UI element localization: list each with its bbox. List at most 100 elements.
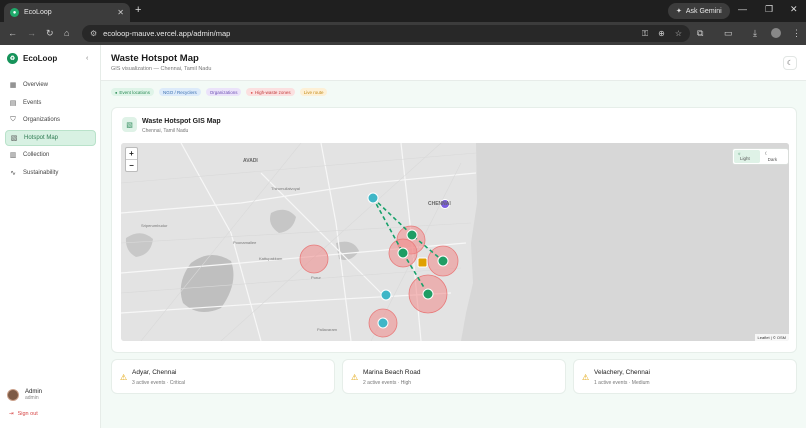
- legend-chip[interactable]: ● High-waste zones: [246, 88, 295, 96]
- leaflet-map[interactable]: + − ☼ Light ☾ Dark Leaflet | © OSM AVADI…: [121, 143, 789, 341]
- zoom-control: + −: [125, 147, 138, 172]
- user-role: admin: [25, 395, 39, 401]
- hotspot-detail: 1 active events · Medium: [594, 380, 650, 386]
- zoom-in-button[interactable]: +: [126, 148, 137, 160]
- maximize-icon[interactable]: ❐: [765, 4, 773, 15]
- legend-chip-label: Organizations: [209, 89, 238, 95]
- dark-style-label: Dark: [767, 157, 778, 162]
- collapse-sidebar-icon[interactable]: ‹: [86, 55, 88, 62]
- window-close-icon[interactable]: ✕: [790, 4, 798, 15]
- download-icon[interactable]: ⤓: [753, 28, 757, 39]
- shield-icon: ⛉: [10, 116, 16, 123]
- user-profile[interactable]: Admin admin: [7, 389, 42, 401]
- place-label-thirumullaivoyal: Thirumullaivoyal: [271, 186, 300, 191]
- event-marker[interactable]: [406, 229, 418, 241]
- back-icon[interactable]: ←: [8, 28, 17, 38]
- hotspot-detail: 2 active events · High: [363, 380, 412, 386]
- map-attribution[interactable]: Leaflet | © OSM: [754, 334, 789, 341]
- browser-tab-bar: ● EcoLoop ✕ + ✦ Ask Gemini — ❐ ✕: [0, 0, 806, 22]
- sidebar-item-overview[interactable]: ▦ Overview: [5, 77, 96, 93]
- new-tab-button[interactable]: +: [135, 4, 141, 16]
- app-root: ♻ EcoLoop ‹ ▦ Overview ▤ Events ⛉ Organizatio…: [0, 45, 806, 428]
- cast-icon[interactable]: ▭: [724, 28, 733, 39]
- map-card-subtitle: Chennai, Tamil Nadu: [142, 128, 189, 134]
- map-card-title: Waste Hotspot GIS Map: [142, 118, 221, 125]
- profile-avatar[interactable]: [771, 28, 781, 38]
- browser-tab[interactable]: ● EcoLoop ✕: [4, 3, 130, 22]
- event-marker[interactable]: [422, 288, 434, 300]
- place-label-poonamallee: Poonamallee: [233, 240, 257, 245]
- event-marker[interactable]: [397, 247, 409, 259]
- warning-icon: ⚠: [120, 373, 128, 382]
- forward-icon[interactable]: →: [27, 28, 36, 38]
- hotspot-card[interactable]: ⚠ Velachery, Chennai 1 active events · Med…: [573, 359, 797, 394]
- page-subtitle: GIS visualization — Chennai, Tamil Nadu: [111, 66, 212, 72]
- brand-name: EcoLoop: [23, 54, 58, 63]
- sidebar-item-collection[interactable]: ▥ Collection: [5, 147, 96, 163]
- ngo-marker[interactable]: [377, 317, 389, 329]
- address-bar[interactable]: ⚙ ecoloop-mauve.vercel.app/admin/map ⚿ ⊕…: [82, 25, 690, 42]
- sidebar-item-hotspot-map[interactable]: ▧ Hotspot Map: [5, 129, 96, 146]
- extensions-icon[interactable]: ⧉: [697, 28, 703, 39]
- hotspot-card[interactable]: ⚠ Adyar, Chennai 3 active events · Critica…: [111, 359, 335, 394]
- legend-chip[interactable]: NGO / Recyclers: [158, 88, 201, 96]
- legend-chips: ● Event locations NGO / Recyclers Organizat…: [111, 88, 328, 96]
- hotspot-card[interactable]: ⚠ Marina Beach Road 2 active events · High: [342, 359, 566, 394]
- map-icon: ▧: [122, 117, 137, 132]
- password-key-icon[interactable]: ⚿: [642, 29, 648, 39]
- place-label-avadi: AVADI: [243, 158, 258, 164]
- ngo-marker[interactable]: [367, 192, 379, 204]
- page-header: Waste Hotspot Map GIS visualization — Ch…: [101, 45, 806, 81]
- hotspot-name: Velachery, Chennai: [594, 369, 650, 376]
- reload-icon[interactable]: ↻: [46, 28, 54, 39]
- theme-toggle-moon-icon[interactable]: ☾: [783, 56, 797, 70]
- sidebar-item-label: Collection: [23, 152, 50, 158]
- live-truck-marker[interactable]: [417, 257, 428, 268]
- map-style-toggle: ☼ Light ☾ Dark: [732, 148, 789, 165]
- legend-chip[interactable]: Organizations: [205, 88, 242, 96]
- event-marker[interactable]: [437, 255, 449, 267]
- hotspot-name: Marina Beach Road: [363, 369, 421, 376]
- activity-icon: ∿: [10, 169, 16, 177]
- gemini-sparkle-icon: ✦: [676, 8, 682, 15]
- ngo-marker[interactable]: [380, 289, 392, 301]
- map-card: ▧ Waste Hotspot GIS Map Chennai, Tamil N…: [111, 107, 797, 353]
- warning-icon: ⚠: [351, 373, 359, 382]
- close-tab-icon[interactable]: ✕: [117, 8, 124, 17]
- ask-gemini-label: Ask Gemini: [685, 7, 722, 15]
- zoom-icon[interactable]: ⊕: [658, 29, 665, 39]
- light-style-button[interactable]: ☼ Light: [734, 150, 760, 163]
- sidebar-item-label: Organizations: [23, 117, 61, 123]
- minimize-icon[interactable]: —: [738, 4, 747, 14]
- dark-style-button[interactable]: ☾ Dark: [762, 150, 787, 163]
- high-waste-zone[interactable]: [299, 244, 329, 274]
- ask-gemini-button[interactable]: ✦ Ask Gemini: [668, 3, 730, 19]
- browser-tab-title: EcoLoop: [24, 9, 52, 16]
- legend-chip[interactable]: Live route: [299, 88, 328, 96]
- grid-icon: ▦: [9, 82, 17, 89]
- legend-chip-label: NGO / Recyclers: [162, 89, 197, 95]
- sidebar: ♻ EcoLoop ‹ ▦ Overview ▤ Events ⛉ Organizatio…: [0, 45, 101, 428]
- sidebar-item-events[interactable]: ▤ Events: [5, 95, 96, 111]
- place-label-sriperumbudur: Sriperumbudur: [141, 223, 168, 228]
- menu-kebab-icon[interactable]: ⋮: [792, 28, 801, 39]
- hotspot-name: Adyar, Chennai: [132, 369, 177, 376]
- browser-toolbar: ← → ↻ ⌂ ⚙ ecoloop-mauve.vercel.app/admin…: [0, 22, 806, 45]
- site-info-icon[interactable]: ⚙: [90, 29, 97, 38]
- sign-out-button[interactable]: ⇥ Sign out: [9, 411, 38, 417]
- zoom-out-button[interactable]: −: [126, 160, 137, 172]
- sidebar-item-sustainability[interactable]: ∿ Sustainability: [5, 165, 96, 181]
- brand[interactable]: ♻ EcoLoop: [7, 53, 57, 64]
- sidebar-nav: ▦ Overview ▤ Events ⛉ Organizations ▧ Hotspot M…: [5, 77, 96, 182]
- legend-chip[interactable]: ● Event locations: [111, 88, 154, 96]
- layers-icon: ▥: [9, 152, 17, 159]
- page-title: Waste Hotspot Map: [111, 53, 199, 64]
- map-canvas[interactable]: [121, 143, 789, 341]
- sidebar-item-organizations[interactable]: ⛉ Organizations: [5, 112, 96, 128]
- bookmark-star-icon[interactable]: ☆: [675, 29, 682, 39]
- warning-icon: ⚠: [582, 373, 590, 382]
- light-style-label: Light: [740, 156, 750, 161]
- home-icon[interactable]: ⌂: [64, 28, 69, 38]
- avatar: [7, 389, 19, 401]
- sign-out-label: Sign out: [17, 411, 38, 417]
